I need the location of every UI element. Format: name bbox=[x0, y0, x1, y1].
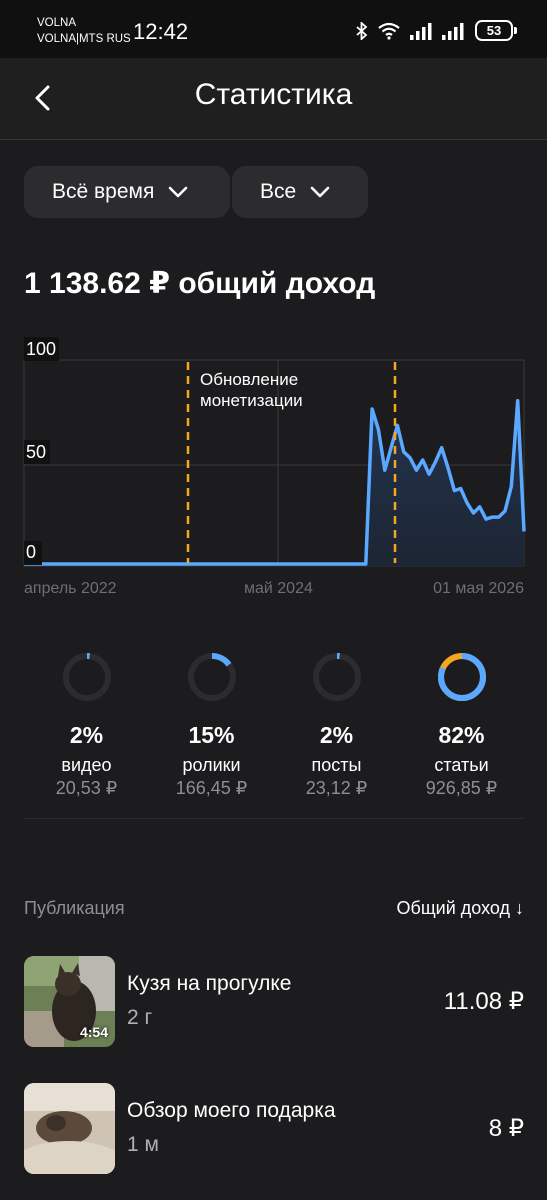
breakdown-percent: 2% bbox=[69, 722, 104, 748]
breakdown-amount: 926,85 ₽ bbox=[425, 778, 498, 798]
donut-ring bbox=[187, 653, 236, 701]
type-filter-label: Все bbox=[260, 180, 297, 203]
cat-in-blanket-image bbox=[24, 1082, 115, 1174]
y-tick-0: 0 bbox=[26, 542, 36, 562]
y-tick-50: 50 bbox=[26, 442, 46, 462]
type-filter-dropdown[interactable]: Все bbox=[232, 166, 368, 218]
chart-annotation: Обновление монетизации bbox=[200, 370, 303, 410]
breakdown-video[interactable]: 2% видео 20,53 ₽ bbox=[24, 652, 149, 799]
publication-income: 8 ₽ bbox=[488, 1114, 524, 1142]
x-tick-mid: май 2024 bbox=[244, 580, 313, 597]
status-bar: VOLNA VOLNA|MTS RUS 12:42 53 bbox=[0, 0, 547, 58]
sort-by-income-button[interactable]: Общий доход ↓ bbox=[397, 898, 524, 919]
total-income: 1 138.62 ₽ общий доход bbox=[24, 267, 376, 300]
app-header: Статистика bbox=[0, 58, 547, 140]
publication-info: Кузя на прогулке 2 г bbox=[127, 972, 444, 1030]
breakdown-label: посты bbox=[311, 755, 362, 775]
period-filter-dropdown[interactable]: Всё время bbox=[24, 166, 230, 218]
x-tick-start: апрель 2022 bbox=[24, 580, 117, 597]
publication-age: 2 г bbox=[127, 1006, 153, 1029]
breakdown-posts[interactable]: 2% посты 23,12 ₽ bbox=[274, 652, 399, 799]
publication-item[interactable]: Обзор моего подарка 1 м 8 ₽ bbox=[24, 1082, 524, 1174]
video-duration: 4:54 bbox=[79, 1023, 108, 1040]
carrier-line-1: VOLNA bbox=[37, 17, 76, 29]
publication-title: Обзор моего подарка bbox=[127, 1099, 336, 1122]
chart-area-fill bbox=[24, 400, 524, 566]
income-chart-svg: 100 50 0 Обновление монетизации апрель 2… bbox=[23, 337, 526, 597]
chevron-down-icon bbox=[310, 186, 330, 198]
income-breakdown: 2% видео 20,53 ₽ 15% ролики 166,45 ₽ 2% … bbox=[24, 652, 524, 799]
publication-age: 1 м bbox=[127, 1133, 159, 1156]
chevron-down-icon bbox=[169, 186, 188, 198]
breakdown-label: видео bbox=[61, 755, 112, 775]
wifi-icon bbox=[378, 22, 400, 40]
donut-ring bbox=[437, 653, 486, 701]
publication-info: Обзор моего подарка 1 м bbox=[127, 1099, 489, 1157]
breakdown-articles[interactable]: 82% статьи 926,85 ₽ bbox=[399, 652, 524, 799]
carrier-info: VOLNA VOLNA|MTS RUS bbox=[37, 15, 131, 47]
carrier-line-2: VOLNA|MTS RUS bbox=[37, 33, 131, 45]
breakdown-percent: 82% bbox=[438, 722, 485, 748]
signal-icon bbox=[410, 22, 432, 40]
section-divider bbox=[24, 818, 524, 819]
breakdown-shorts[interactable]: 15% ролики 166,45 ₽ bbox=[149, 652, 274, 799]
breakdown-amount: 20,53 ₽ bbox=[55, 778, 118, 798]
x-tick-end: 01 мая 2026 bbox=[433, 580, 524, 597]
publication-column-header: Публикация bbox=[24, 898, 125, 918]
video-thumbnail: 4:54 bbox=[24, 955, 115, 1047]
breakdown-percent: 15% bbox=[188, 722, 235, 748]
breakdown-label: статьи bbox=[434, 755, 489, 775]
status-icons: 53 bbox=[355, 20, 517, 41]
y-tick-100: 100 bbox=[26, 339, 56, 359]
period-filter-label: Всё время bbox=[52, 180, 155, 203]
publications-header: Публикация Общий доход ↓ bbox=[24, 898, 524, 919]
breakdown-percent: 2% bbox=[319, 722, 354, 748]
battery-indicator: 53 bbox=[475, 20, 517, 41]
filter-bar: Всё время Все bbox=[24, 166, 368, 218]
publication-title: Кузя на прогулке bbox=[127, 972, 292, 995]
post-thumbnail bbox=[24, 1082, 115, 1174]
page-title: Статистика bbox=[194, 78, 353, 111]
status-time: 12:42 bbox=[133, 19, 189, 44]
publication-income: 11.08 ₽ bbox=[443, 987, 524, 1015]
breakdown-label: ролики bbox=[182, 755, 241, 775]
donut-ring bbox=[62, 653, 111, 701]
income-chart[interactable]: 100 50 0 Обновление монетизации апрель 2… bbox=[0, 335, 547, 605]
publication-item[interactable]: 4:54 Кузя на прогулке 2 г 11.08 ₽ bbox=[24, 955, 524, 1047]
signal-roaming-icon bbox=[442, 22, 464, 40]
bluetooth-icon bbox=[356, 21, 368, 40]
donut-ring bbox=[312, 653, 361, 701]
breakdown-amount: 166,45 ₽ bbox=[175, 778, 248, 798]
breakdown-amount: 23,12 ₽ bbox=[305, 778, 368, 798]
